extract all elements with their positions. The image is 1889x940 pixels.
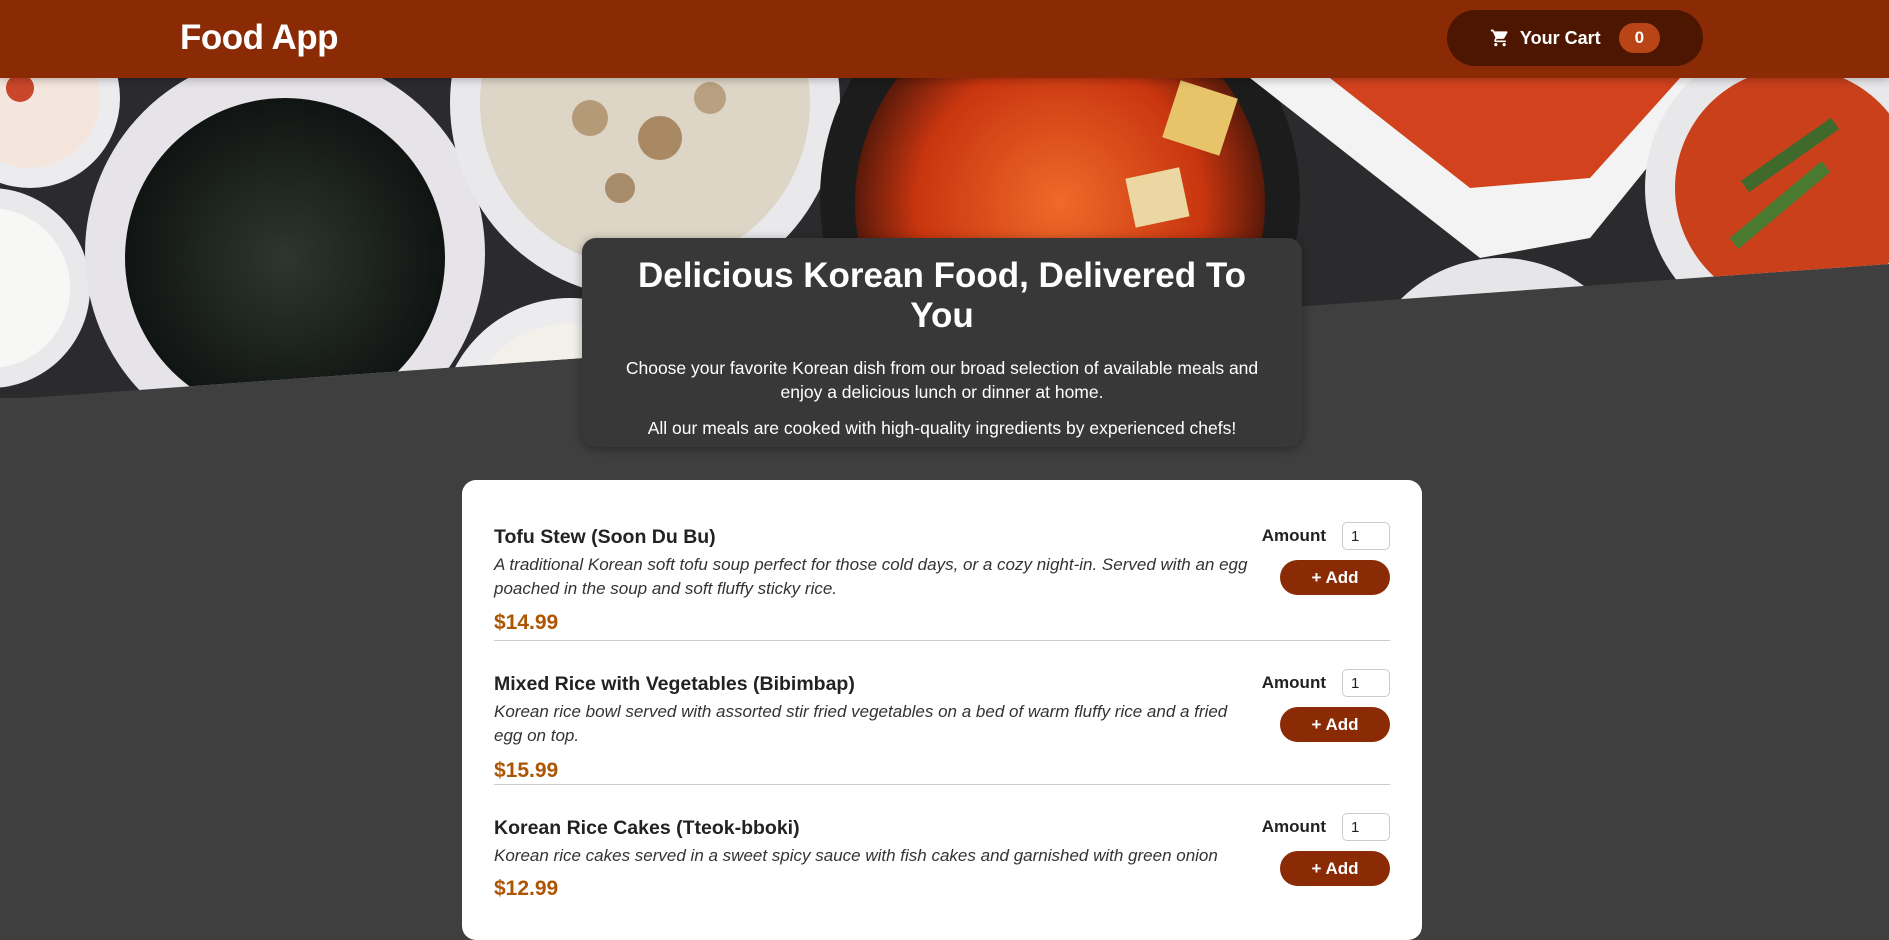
add-to-cart-button[interactable]: + Add [1280, 560, 1390, 595]
meal-price: $15.99 [494, 759, 559, 782]
cart-icon [1490, 29, 1508, 47]
meal-item: Mixed Rice with Vegetables (Bibimbap) Ko… [494, 641, 1390, 785]
add-to-cart-button[interactable]: + Add [1280, 851, 1390, 886]
meal-price: $14.99 [494, 611, 559, 634]
app-title: Food App [180, 18, 338, 57]
amount-control: Amount [1262, 813, 1390, 841]
cart-button[interactable]: Your Cart 0 [1447, 10, 1703, 66]
summary-paragraph: Choose your favorite Korean dish from ou… [625, 358, 1259, 402]
amount-label: Amount [1261, 673, 1326, 692]
meal-item: Tofu Stew (Soon Du Bu) A traditional Kor… [494, 494, 1390, 641]
meal-name: Korean Rice Cakes (Tteok-bboki) [494, 817, 800, 839]
add-to-cart-button[interactable]: + Add [1280, 707, 1390, 742]
summary-title: Delicious Korean Food, Delivered To You [637, 256, 1247, 335]
summary-panel: Delicious Korean Food, Delivered To You … [582, 238, 1302, 447]
app-header: Food App Your Cart 0 [0, 0, 1889, 78]
cart-label: Your Cart [1519, 27, 1601, 48]
meal-description: A traditional Korean soft tofu soup perf… [494, 555, 1248, 598]
meal-item: Korean Rice Cakes (Tteok-bboki) Korean r… [494, 785, 1390, 929]
meal-name: Tofu Stew (Soon Du Bu) [494, 526, 716, 548]
meal-description: Korean rice cakes served in a sweet spic… [494, 846, 1218, 865]
amount-control: Amount [1262, 522, 1390, 550]
amount-control: Amount [1262, 669, 1390, 697]
cart-count-badge: 0 [1618, 23, 1661, 53]
meals-list: Tofu Stew (Soon Du Bu) A traditional Kor… [462, 480, 1422, 940]
meal-description: Korean rice bowl served with assorted st… [494, 702, 1228, 745]
amount-input[interactable] [1342, 669, 1390, 697]
meal-name: Mixed Rice with Vegetables (Bibimbap) [494, 673, 855, 695]
summary-paragraph: All our meals are cooked with high-quali… [647, 418, 1237, 438]
amount-label: Amount [1261, 817, 1326, 836]
amount-input[interactable] [1342, 522, 1390, 550]
amount-label: Amount [1261, 526, 1326, 545]
amount-input[interactable] [1342, 813, 1390, 841]
meal-price: $12.99 [494, 877, 559, 900]
